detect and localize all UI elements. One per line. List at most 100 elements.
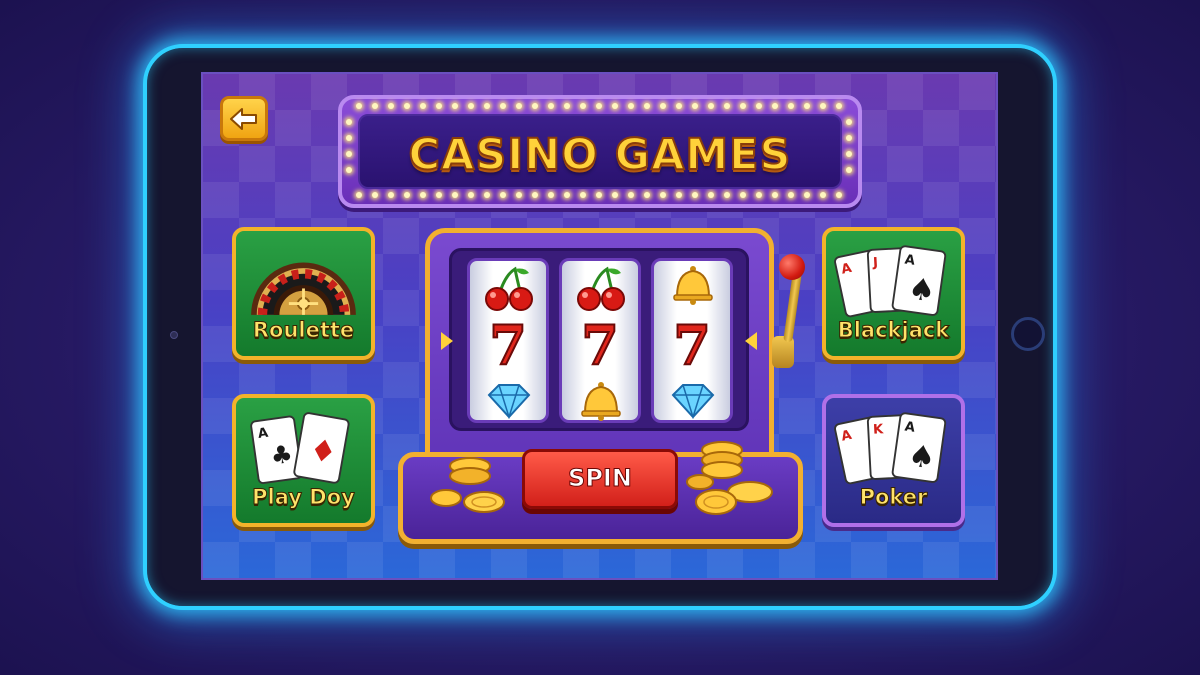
- marquee-bulb: [436, 103, 442, 109]
- tablet-home-button[interactable]: [1011, 317, 1045, 351]
- marquee-bulb: [452, 192, 458, 198]
- marquee-bulb: [846, 135, 852, 141]
- marquee-bulb: [372, 192, 378, 198]
- marquee-bulb: [836, 103, 842, 109]
- slot-reel-3: 7: [651, 258, 733, 423]
- spin-button[interactable]: SPIN: [522, 449, 678, 509]
- tablet-camera: [170, 331, 178, 339]
- card-rank-text: K: [873, 422, 885, 438]
- coin-stack-left-icon: [430, 457, 505, 513]
- marquee-bulb: [612, 103, 618, 109]
- marquee-bulb: [372, 103, 378, 109]
- game-tile-roulette[interactable]: Roulette: [232, 227, 375, 360]
- marquee-bulb: [820, 103, 826, 109]
- game-tile-play-doy[interactable]: A ♣ ♦ Play Doy: [232, 394, 375, 527]
- marquee-bulb: [548, 103, 554, 109]
- game-tile-label: Roulette: [252, 318, 355, 343]
- game-tile-label: Blackjack: [837, 318, 950, 343]
- marquee-bulb: [708, 192, 714, 198]
- marquee-bulb: [346, 135, 352, 141]
- roulette-wheel-icon: [251, 262, 356, 316]
- marquee-bulb: [346, 151, 352, 157]
- game-tile-blackjack[interactable]: A J A ♠ Blackjack: [822, 227, 965, 360]
- marquee-bulb: [500, 192, 506, 198]
- marquee-bulb: [846, 151, 852, 157]
- lever-knob[interactable]: [779, 254, 805, 280]
- marquee-bulb: [468, 103, 474, 109]
- game-tile-label: Poker: [859, 485, 928, 510]
- marquee-bulb: [532, 103, 538, 109]
- marquee-bulb: [596, 192, 602, 198]
- bell-icon: [581, 382, 621, 421]
- marquee-bulb: [516, 103, 522, 109]
- marquee-bulb: [628, 192, 634, 198]
- seven-symbol: 7: [672, 313, 712, 377]
- back-button[interactable]: [220, 96, 268, 141]
- marquee-bulb: [356, 103, 362, 109]
- svg-text:♣: ♣: [269, 439, 295, 471]
- poker-cards-icon: A K A ♠: [834, 412, 947, 485]
- diamond-icon: [671, 384, 715, 419]
- svg-text:♠: ♠: [906, 271, 938, 309]
- marquee-panel: CASINO GAMES: [358, 114, 842, 189]
- marquee-bulb: [772, 192, 778, 198]
- playing-cards-icon: A ♣ ♦: [250, 412, 350, 484]
- payline-arrow-right-icon: [745, 332, 757, 350]
- title-marquee: CASINO GAMES: [338, 95, 862, 208]
- marquee-bulb: [452, 103, 458, 109]
- marquee-bulb: [484, 192, 490, 198]
- marquee-bulb: [612, 192, 618, 198]
- marquee-bulb: [404, 192, 410, 198]
- marquee-bulb: [740, 103, 746, 109]
- marquee-bulb: [708, 103, 714, 109]
- marquee-bulb: [564, 192, 570, 198]
- marquee-bulb: [724, 103, 730, 109]
- marquee-bulb: [404, 103, 410, 109]
- bell-icon: [673, 266, 713, 305]
- marquee-bulb: [740, 192, 746, 198]
- marquee-bulb: [468, 192, 474, 198]
- cherries-icon: [485, 266, 533, 311]
- marquee-bulb: [644, 103, 650, 109]
- marquee-bulb: [532, 192, 538, 198]
- game-tile-poker[interactable]: A K A ♠ Poker: [822, 394, 965, 527]
- marquee-bulb: [356, 192, 362, 198]
- blackjack-cards-icon: A J A ♠: [834, 245, 947, 318]
- marquee-bulb: [788, 192, 794, 198]
- marquee-bulb: [756, 192, 762, 198]
- seven-symbol: 7: [488, 313, 528, 377]
- game-tile-label: Play Doy: [252, 485, 356, 510]
- marquee-bulb: [580, 103, 586, 109]
- seven-symbol: 7: [580, 313, 620, 377]
- marquee-bulb: [820, 192, 826, 198]
- marquee-bulb: [772, 103, 778, 109]
- marquee-bulb: [388, 103, 394, 109]
- marquee-bulb: [388, 192, 394, 198]
- diamond-icon: [487, 384, 531, 419]
- marquee-bulb: [676, 103, 682, 109]
- marquee-bulb: [564, 103, 570, 109]
- marquee-bulb: [788, 103, 794, 109]
- marquee-bulb: [420, 103, 426, 109]
- marquee-bulb: [836, 192, 842, 198]
- marquee-bulb: [692, 192, 698, 198]
- marquee-bulb: [436, 192, 442, 198]
- marquee-bulb: [660, 103, 666, 109]
- svg-text:♠: ♠: [906, 438, 938, 476]
- marquee-bulb: [346, 119, 352, 125]
- marquee-bulb: [804, 192, 810, 198]
- marquee-bulb: [644, 192, 650, 198]
- marquee-bulb: [756, 103, 762, 109]
- marquee-bulb: [660, 192, 666, 198]
- arrow-left-icon: [230, 107, 257, 130]
- slot-reel-2: 7: [559, 258, 641, 423]
- payline-arrow-left-icon: [441, 332, 453, 350]
- cherries-icon: [577, 266, 625, 311]
- slot-reel-1: 7: [467, 258, 549, 423]
- marquee-bulb: [596, 103, 602, 109]
- marquee-bulb: [500, 103, 506, 109]
- marquee-bulb: [628, 103, 634, 109]
- marquee-bulb: [420, 192, 426, 198]
- marquee-bulb: [548, 192, 554, 198]
- marquee-bulb: [846, 119, 852, 125]
